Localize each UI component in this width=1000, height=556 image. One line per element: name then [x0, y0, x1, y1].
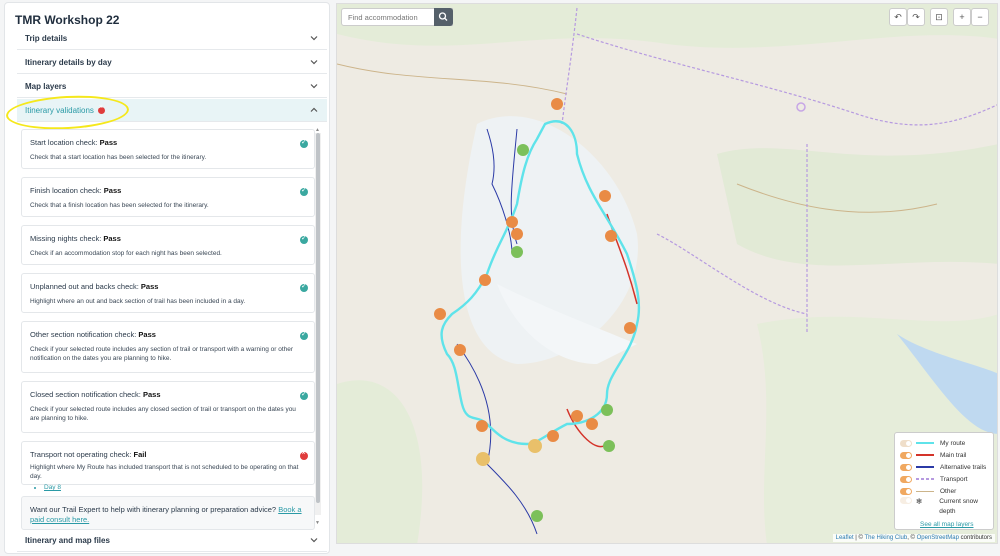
- map-attribution: Leaflet | © The Hiking Club, © OpenStree…: [832, 534, 995, 542]
- search-button[interactable]: [434, 8, 453, 26]
- toggle[interactable]: [900, 451, 912, 459]
- chevron-down-icon: [310, 538, 318, 543]
- zoom-in-button[interactable]: +: [953, 8, 971, 26]
- itinerary-panel: TMR Workshop 22 Trip details Itinerary d…: [4, 2, 330, 554]
- toggle[interactable]: [900, 497, 912, 504]
- toggle[interactable]: [900, 463, 912, 471]
- toggle[interactable]: [900, 487, 912, 495]
- toggle[interactable]: [900, 475, 912, 483]
- check-card: Missing nights check: Pass Check if an a…: [21, 225, 315, 265]
- see-all-layers-link[interactable]: See all map layers: [920, 521, 988, 528]
- accordion-label: Itinerary details by day: [25, 57, 112, 67]
- accordion-trip-details[interactable]: Trip details: [17, 27, 327, 50]
- undo-icon: ↶: [894, 12, 902, 22]
- pass-icon: [300, 186, 308, 196]
- chevron-down-icon: [310, 84, 318, 89]
- accordion-map-layers[interactable]: Map layers: [17, 75, 327, 98]
- accordion-label: Itinerary and map files: [25, 535, 110, 545]
- minus-icon: −: [977, 12, 983, 22]
- undo-button[interactable]: ↶: [889, 8, 907, 26]
- accordion-label: Map layers: [25, 81, 67, 91]
- day-link[interactable]: Day 8: [44, 484, 306, 491]
- toggle[interactable]: [900, 439, 912, 447]
- trip-title: TMR Workshop 22: [15, 13, 120, 27]
- check-card: Other section notification check: Pass C…: [21, 321, 315, 373]
- snowflake-icon: ❄: [915, 497, 923, 506]
- pass-icon: [300, 282, 308, 292]
- hiking-club-link[interactable]: The Hiking Club: [865, 535, 908, 541]
- lock-icon: ⊡: [935, 12, 943, 22]
- redo-button[interactable]: ↷: [907, 8, 925, 26]
- search-icon: [438, 12, 448, 21]
- redo-icon: ↷: [912, 12, 920, 22]
- leaflet-link[interactable]: Leaflet: [836, 535, 854, 541]
- pass-icon: [300, 390, 308, 400]
- check-card: Start location check: Pass Check that a …: [21, 129, 315, 169]
- osm-link[interactable]: OpenStreetMap: [917, 535, 959, 541]
- pass-icon: [300, 330, 308, 340]
- map-view[interactable]: Find accommodation ↶ ↷ ⊡ + − My route Ma…: [336, 3, 998, 544]
- lock-button[interactable]: ⊡: [930, 8, 948, 26]
- fail-icon: [300, 450, 308, 460]
- chevron-down-icon: [310, 60, 318, 65]
- check-card: Finish location check: Pass Check that a…: [21, 177, 315, 217]
- validation-list: Start location check: Pass Check that a …: [17, 124, 319, 532]
- scrollbar[interactable]: ▲ ▼: [315, 127, 321, 527]
- accordion-itinerary-by-day[interactable]: Itinerary details by day: [17, 51, 327, 74]
- pass-icon: [300, 234, 308, 244]
- map-legend: My route Main trail Alternative trails T…: [894, 432, 994, 530]
- chevron-down-icon: [310, 36, 318, 41]
- scroll-down-icon[interactable]: ▼: [315, 520, 320, 526]
- check-card-fail: Transport not operating check: Fail High…: [21, 441, 315, 491]
- accordion-itinerary-map-files[interactable]: Itinerary and map files: [17, 529, 327, 552]
- accordion-label: Trip details: [25, 33, 68, 43]
- pass-icon: [300, 138, 308, 148]
- chevron-up-icon: [310, 107, 318, 112]
- plus-icon: +: [959, 12, 965, 22]
- check-card: Unplanned out and backs check: Pass High…: [21, 273, 315, 313]
- check-card: Closed section notification check: Pass …: [21, 381, 315, 433]
- zoom-out-button[interactable]: −: [971, 8, 989, 26]
- expert-card: Want our Trail Expert to help with itine…: [21, 496, 315, 530]
